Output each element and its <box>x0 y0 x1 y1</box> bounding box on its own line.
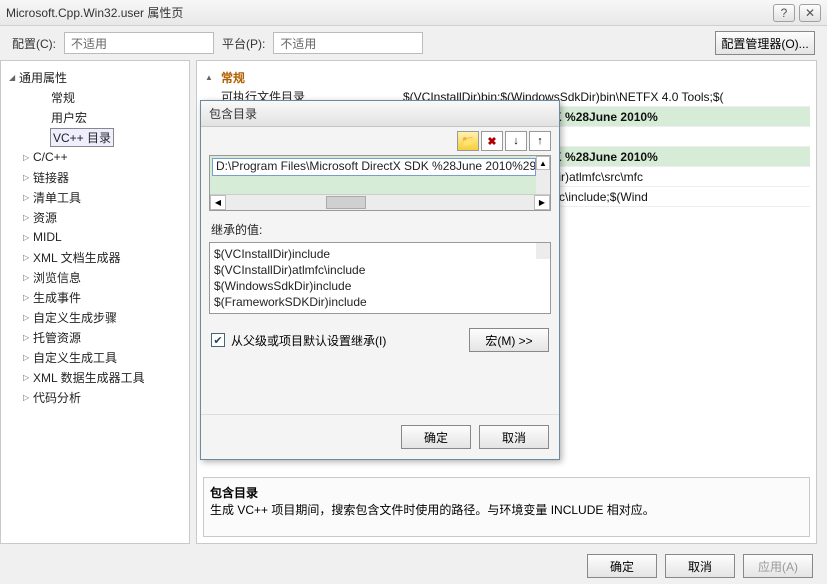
tree-item[interactable]: 常规 <box>5 87 185 107</box>
config-label: 配置(C): <box>12 35 56 52</box>
window-title: Microsoft.Cpp.Win32.user 属性页 <box>6 4 769 21</box>
expand-icon[interactable]: ▷ <box>23 213 33 222</box>
tree-item-label: MIDL <box>33 230 62 244</box>
desc-title: 包含目录 <box>210 484 803 501</box>
collapse-icon[interactable]: ◢ <box>9 73 19 82</box>
platform-label: 平台(P): <box>222 35 265 52</box>
expand-icon[interactable]: ▷ <box>23 373 33 382</box>
inherit-checkbox[interactable]: ✔ <box>211 333 225 347</box>
dialog-title: 包含目录 <box>201 101 559 127</box>
desc-body: 生成 VC++ 项目期间，搜索包含文件时使用的路径。与环境变量 INCLUDE … <box>210 501 803 518</box>
tree-item[interactable]: ▷资源 <box>5 207 185 227</box>
platform-select[interactable]: 不适用 <box>273 32 423 54</box>
nav-tree[interactable]: ◢通用属性常规用户宏VC++ 目录▷C/C++▷链接器▷清单工具▷资源▷MIDL… <box>0 60 190 544</box>
tree-item-label: 生成事件 <box>33 289 81 306</box>
tree-item[interactable]: ▷生成事件 <box>5 287 185 307</box>
path-entry[interactable]: D:\Program Files\Microsoft DirectX SDK %… <box>212 158 536 176</box>
vertical-scrollbar[interactable]: ▲ <box>536 156 550 194</box>
help-button[interactable]: ? <box>773 4 795 22</box>
tree-item-label: 浏览信息 <box>33 269 81 286</box>
horizontal-scrollbar[interactable]: ◀ ▶ <box>210 194 550 210</box>
dialog-cancel-button[interactable]: 取消 <box>479 425 549 449</box>
expand-icon[interactable]: ▷ <box>23 393 33 402</box>
tree-item[interactable]: ▷浏览信息 <box>5 267 185 287</box>
tree-item-label: 通用属性 <box>19 69 67 86</box>
tree-item-label: 托管资源 <box>33 329 81 346</box>
expand-icon[interactable]: ▷ <box>23 173 33 182</box>
apply-button[interactable]: 应用(A) <box>743 554 813 578</box>
tree-item-label: XML 文档生成器 <box>33 249 121 266</box>
include-dirs-dialog: 包含目录 📁 ✖ ↓ ↑ D:\Program Files\Microsoft … <box>200 100 560 460</box>
tree-item-label: 资源 <box>33 209 57 226</box>
tree-item-label: 自定义生成工具 <box>33 349 117 366</box>
tree-item[interactable]: 用户宏 <box>5 107 185 127</box>
group-header: 常规 <box>215 67 251 88</box>
tree-item[interactable]: VC++ 目录 <box>5 127 185 147</box>
close-button[interactable]: ✕ <box>799 4 821 22</box>
expand-icon[interactable]: ▷ <box>23 233 33 242</box>
config-select[interactable]: 不适用 <box>64 32 214 54</box>
expand-icon[interactable]: ▲ <box>205 73 215 82</box>
delete-icon[interactable]: ✖ <box>481 131 503 151</box>
expand-icon[interactable]: ▷ <box>23 333 33 342</box>
expand-icon[interactable]: ▷ <box>23 253 33 262</box>
move-down-icon[interactable]: ↓ <box>505 131 527 151</box>
config-manager-button[interactable]: 配置管理器(O)... <box>715 31 815 55</box>
inherit-checkbox-label: 从父级或项目默认设置继承(I) <box>231 332 386 349</box>
inherited-scrollbar[interactable] <box>536 243 550 259</box>
expand-icon[interactable]: ▷ <box>23 353 33 362</box>
scroll-thumb[interactable] <box>326 196 366 209</box>
scroll-right-icon[interactable]: ▶ <box>534 195 550 210</box>
tree-item[interactable]: ▷自定义生成步骤 <box>5 307 185 327</box>
paths-editbox[interactable]: D:\Program Files\Microsoft DirectX SDK %… <box>209 155 551 211</box>
inherit-checkbox-row: ✔ 从父级或项目默认设置继承(I) 宏(M) >> <box>211 328 549 352</box>
scroll-up-icon[interactable]: ▲ <box>536 156 550 170</box>
tree-item-label: 清单工具 <box>33 189 81 206</box>
description-box: 包含目录 生成 VC++ 项目期间，搜索包含文件时使用的路径。与环境变量 INC… <box>203 477 810 537</box>
tree-item[interactable]: ▷托管资源 <box>5 327 185 347</box>
tree-item-label: XML 数据生成器工具 <box>33 369 145 386</box>
tree-item-label: C/C++ <box>33 150 68 164</box>
tree-item[interactable]: ▷XML 数据生成器工具 <box>5 367 185 387</box>
expand-icon[interactable]: ▷ <box>23 313 33 322</box>
tree-item[interactable]: ▷代码分析 <box>5 387 185 407</box>
new-folder-icon[interactable]: 📁 <box>457 131 479 151</box>
macros-button[interactable]: 宏(M) >> <box>469 328 549 352</box>
expand-icon[interactable]: ▷ <box>23 273 33 282</box>
inherited-value: $(VCInstallDir)atlmfc\include <box>214 263 546 279</box>
expand-icon[interactable]: ▷ <box>23 293 33 302</box>
tree-item-label: 链接器 <box>33 169 69 186</box>
dialog-toolbar: 📁 ✖ ↓ ↑ <box>201 127 559 155</box>
tree-item-label: 常规 <box>51 89 75 106</box>
tree-item-label: 自定义生成步骤 <box>33 309 117 326</box>
scroll-left-icon[interactable]: ◀ <box>210 195 226 210</box>
expand-icon[interactable]: ▷ <box>23 153 33 162</box>
ok-button[interactable]: 确定 <box>587 554 657 578</box>
inherited-label: 继承的值: <box>211 221 549 238</box>
tree-item[interactable]: ▷链接器 <box>5 167 185 187</box>
cancel-button[interactable]: 取消 <box>665 554 735 578</box>
window-titlebar: Microsoft.Cpp.Win32.user 属性页 ? ✕ <box>0 0 827 26</box>
inherited-value: $(WindowsSdkDir)include <box>214 279 546 295</box>
config-row: 配置(C): 不适用 平台(P): 不适用 配置管理器(O)... <box>0 26 827 60</box>
expand-icon[interactable]: ▷ <box>23 193 33 202</box>
tree-item[interactable]: ▷MIDL <box>5 227 185 247</box>
inherited-value: $(VCInstallDir)include <box>214 247 546 263</box>
inherited-value: $(FrameworkSDKDir)include <box>214 295 546 311</box>
tree-item[interactable]: ▷XML 文档生成器 <box>5 247 185 267</box>
bottom-button-bar: 确定 取消 应用(A) <box>587 554 813 578</box>
dialog-button-row: 确定 取消 <box>201 414 559 459</box>
inherited-values-box: $(VCInstallDir)include$(VCInstallDir)atl… <box>209 242 551 314</box>
tree-item[interactable]: ◢通用属性 <box>5 67 185 87</box>
move-up-icon[interactable]: ↑ <box>529 131 551 151</box>
tree-item[interactable]: ▷清单工具 <box>5 187 185 207</box>
tree-item[interactable]: ▷C/C++ <box>5 147 185 167</box>
dialog-ok-button[interactable]: 确定 <box>401 425 471 449</box>
tree-item-label: VC++ 目录 <box>51 129 113 146</box>
tree-item-label: 用户宏 <box>51 109 87 126</box>
tree-item-label: 代码分析 <box>33 389 81 406</box>
tree-item[interactable]: ▷自定义生成工具 <box>5 347 185 367</box>
